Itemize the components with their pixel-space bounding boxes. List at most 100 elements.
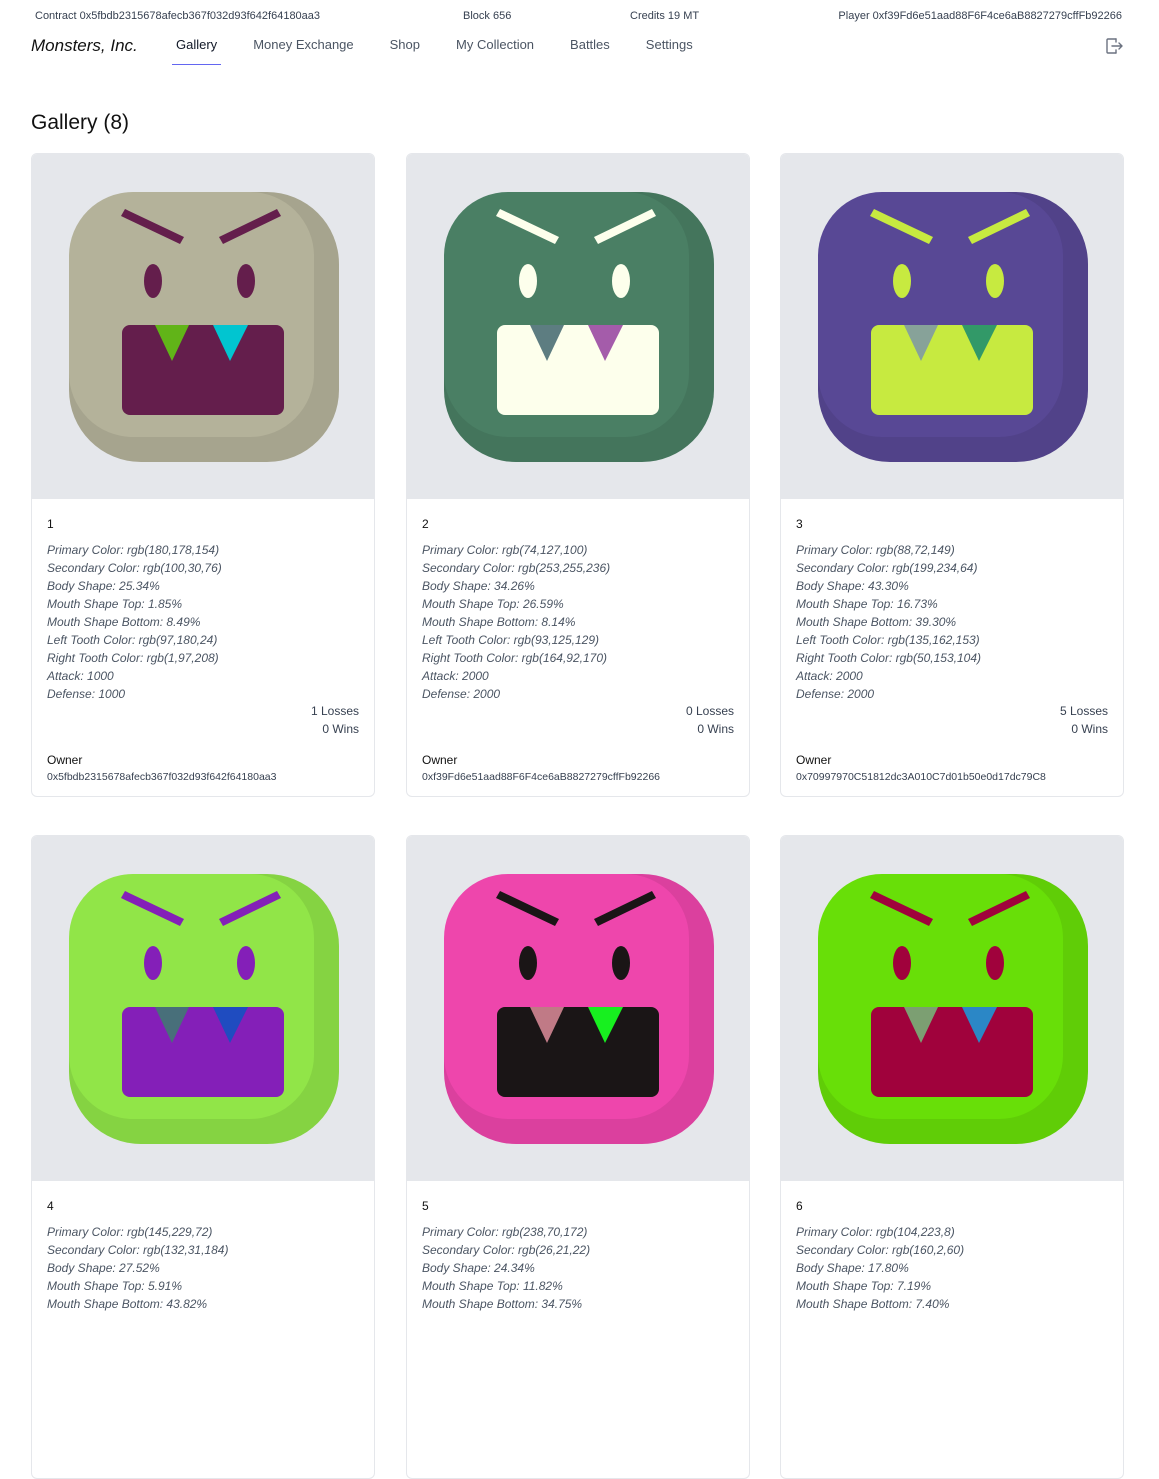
- left-eye: [144, 264, 162, 298]
- losses-count: 5 Losses: [1059, 704, 1108, 718]
- attribute-line: Mouth Shape Bottom: 34.75%: [422, 1297, 583, 1311]
- monster-image: [407, 154, 749, 499]
- attribute-line: Right Tooth Color: rgb(1,97,208): [47, 651, 219, 665]
- attribute-line: Body Shape: 27.52%: [47, 1261, 160, 1275]
- main-nav: Monsters, Inc. Gallery Money Exchange Sh…: [0, 32, 1159, 72]
- attribute-line: Secondary Color: rgb(100,30,76): [47, 561, 222, 575]
- monster-id: 6: [796, 1199, 803, 1213]
- brand-logo[interactable]: Monsters, Inc.: [31, 36, 138, 56]
- mouth: [871, 325, 1033, 415]
- monster-svg: [69, 874, 339, 1144]
- mouth: [497, 1007, 659, 1097]
- contract-address: Contract 0x5fbdb2315678afecb367f032d93f6…: [35, 10, 321, 22]
- attribute-line: Mouth Shape Bottom: 43.82%: [47, 1297, 208, 1311]
- mouth: [497, 325, 659, 415]
- attribute-line: Primary Color: rgb(74,127,100): [422, 543, 588, 557]
- page-title: Gallery (8): [31, 111, 130, 134]
- nav-my-collection[interactable]: My Collection: [438, 38, 552, 66]
- monster-card[interactable]: 5 Primary Color: rgb(238,70,172) Secondary…: [406, 835, 750, 1479]
- battle-record: 0 Losses 0 Wins: [686, 702, 734, 738]
- nav-gallery[interactable]: Gallery: [158, 38, 235, 66]
- monster-card[interactable]: 4 Primary Color: rgb(145,229,72) Secondary…: [31, 835, 375, 1479]
- attribute-line: Left Tooth Color: rgb(135,162,153): [796, 633, 980, 647]
- attribute-line: Defense: 2000: [796, 687, 875, 701]
- monster-svg: [69, 192, 339, 462]
- attribute-line: Primary Color: rgb(88,72,149): [796, 543, 955, 557]
- battle-record: 1 Losses 0 Wins: [311, 702, 359, 738]
- monster-id: 5: [422, 1199, 429, 1213]
- monster-image: [781, 836, 1123, 1181]
- attribute-line: Primary Color: rgb(145,229,72): [47, 1225, 213, 1239]
- owner-address: 0x5fbdb2315678afecb367f032d93f642f64180a…: [47, 771, 277, 783]
- attribute-line: Mouth Shape Top: 5.91%: [47, 1279, 182, 1293]
- attribute-line: Mouth Shape Top: 1.85%: [47, 597, 182, 611]
- attribute-line: Body Shape: 17.80%: [796, 1261, 909, 1275]
- losses-count: 1 Losses: [310, 704, 359, 718]
- attribute-line: Body Shape: 24.34%: [422, 1261, 535, 1275]
- left-eye: [519, 264, 537, 298]
- nav-shop[interactable]: Shop: [372, 38, 438, 66]
- monster-id: 4: [47, 1199, 54, 1213]
- attribute-line: Left Tooth Color: rgb(93,125,129): [422, 633, 600, 647]
- monster-image: [32, 154, 374, 499]
- wins-count: 0 Wins: [697, 722, 734, 736]
- monster-attributes: Primary Color: rgb(88,72,149) Secondary C…: [796, 541, 981, 703]
- block-number: Block 656: [463, 10, 512, 22]
- attribute-line: Left Tooth Color: rgb(97,180,24): [47, 633, 218, 647]
- right-eye: [986, 946, 1004, 980]
- mouth: [122, 325, 284, 415]
- nav-settings[interactable]: Settings: [628, 38, 711, 66]
- mouth: [871, 1007, 1033, 1097]
- attribute-line: Defense: 1000: [47, 687, 126, 701]
- attribute-line: Secondary Color: rgb(26,21,22): [422, 1243, 591, 1257]
- monster-card[interactable]: 6 Primary Color: rgb(104,223,8) Secondary …: [780, 835, 1124, 1479]
- status-bar: Contract 0x5fbdb2315678afecb367f032d93f6…: [0, 0, 1159, 32]
- right-eye: [612, 946, 630, 980]
- nav-battles[interactable]: Battles: [552, 38, 628, 66]
- attribute-line: Secondary Color: rgb(132,31,184): [47, 1243, 229, 1257]
- nav-money-exchange[interactable]: Money Exchange: [235, 38, 371, 66]
- monster-card[interactable]: 3 Primary Color: rgb(88,72,149) Secondary …: [780, 153, 1124, 797]
- battle-record: 5 Losses 0 Wins: [1060, 702, 1108, 738]
- monster-svg: [444, 874, 714, 1144]
- monster-image: [32, 836, 374, 1181]
- owner-label: Owner: [47, 753, 83, 767]
- left-eye: [519, 946, 537, 980]
- attribute-line: Primary Color: rgb(104,223,8): [796, 1225, 955, 1239]
- monster-id: 3: [796, 517, 803, 531]
- owner-label: Owner: [796, 753, 832, 767]
- attribute-line: Mouth Shape Top: 26.59%: [422, 597, 564, 611]
- attribute-line: Secondary Color: rgb(160,2,60): [796, 1243, 965, 1257]
- monster-image: [781, 154, 1123, 499]
- monster-attributes: Primary Color: rgb(104,223,8) Secondary C…: [796, 1223, 964, 1313]
- monster-card[interactable]: 2 Primary Color: rgb(74,127,100) Secondary…: [406, 153, 750, 797]
- logout-icon[interactable]: [1103, 35, 1125, 57]
- attribute-line: Defense: 2000: [422, 687, 501, 701]
- losses-count: 0 Losses: [685, 704, 734, 718]
- right-eye: [237, 264, 255, 298]
- mouth: [122, 1007, 284, 1097]
- attribute-line: Mouth Shape Bottom: 7.40%: [796, 1297, 950, 1311]
- right-eye: [237, 946, 255, 980]
- attribute-line: Mouth Shape Bottom: 8.14%: [422, 615, 576, 629]
- monster-svg: [444, 192, 714, 462]
- monster-attributes: Primary Color: rgb(238,70,172) Secondary …: [422, 1223, 590, 1313]
- left-eye: [893, 264, 911, 298]
- nav-links: Gallery Money Exchange Shop My Collectio…: [158, 38, 711, 66]
- attribute-line: Attack: 1000: [47, 669, 114, 683]
- attribute-line: Mouth Shape Top: 11.82%: [422, 1279, 563, 1293]
- attribute-line: Attack: 2000: [422, 669, 489, 683]
- attribute-line: Right Tooth Color: rgb(164,92,170): [422, 651, 608, 665]
- attribute-line: Body Shape: 25.34%: [47, 579, 160, 593]
- monster-card[interactable]: 1 Primary Color: rgb(180,178,154) Secondar…: [31, 153, 375, 797]
- attribute-line: Mouth Shape Bottom: 8.49%: [47, 615, 201, 629]
- wins-count: 0 Wins: [1071, 722, 1108, 736]
- right-eye: [612, 264, 630, 298]
- attribute-line: Primary Color: rgb(180,178,154): [47, 543, 220, 557]
- monster-svg: [818, 874, 1088, 1144]
- credits-balance: Credits 19 MT: [630, 10, 700, 22]
- attribute-line: Mouth Shape Top: 16.73%: [796, 597, 938, 611]
- monster-attributes: Primary Color: rgb(145,229,72) Secondary …: [47, 1223, 228, 1313]
- player-address: Player 0xf39Fd6e51aad88F6F4ce6aB8827279c…: [838, 10, 1122, 22]
- attribute-line: Mouth Shape Top: 7.19%: [796, 1279, 931, 1293]
